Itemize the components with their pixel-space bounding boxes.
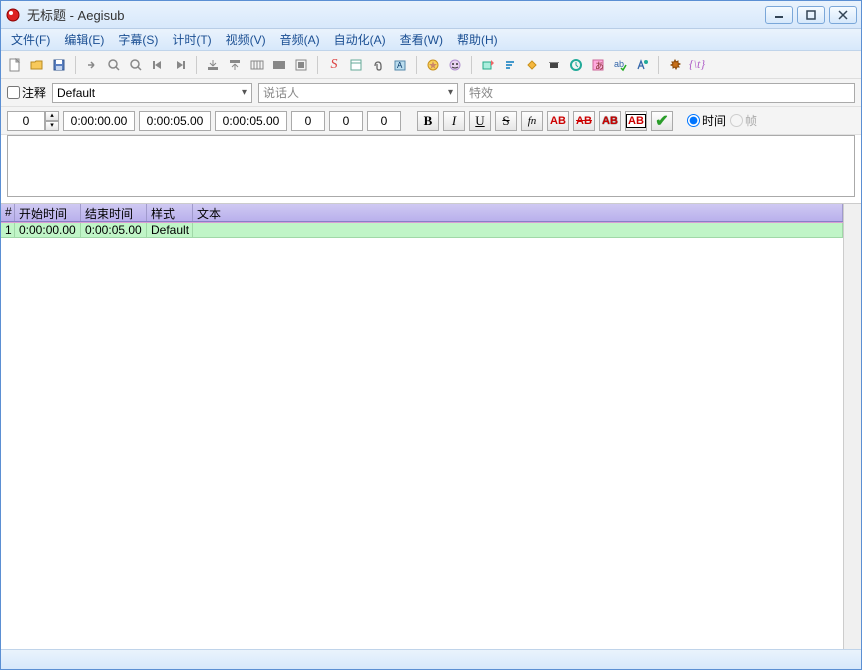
resample-icon[interactable] — [544, 55, 564, 75]
svg-text:あ: あ — [595, 61, 604, 71]
col-num[interactable]: # — [1, 204, 15, 221]
properties-icon[interactable] — [346, 55, 366, 75]
select-visible-icon[interactable] — [247, 55, 267, 75]
shift-frame-icon[interactable] — [291, 55, 311, 75]
svg-text:A: A — [397, 61, 403, 70]
status-bar — [1, 649, 861, 669]
jump-start-icon[interactable] — [148, 55, 168, 75]
jump-icon[interactable] — [82, 55, 102, 75]
automation-icon[interactable] — [423, 55, 443, 75]
menu-subtitle[interactable]: 字幕(S) — [112, 29, 164, 50]
bold-button[interactable]: B — [417, 111, 439, 131]
snap-start-icon[interactable] — [203, 55, 223, 75]
commit-button[interactable]: ✔ — [651, 111, 673, 131]
duration-input[interactable]: 0:00:05.00 — [215, 111, 287, 131]
frame-radio[interactable]: 帧 — [730, 112, 757, 129]
menu-file[interactable]: 文件(F) — [5, 29, 56, 50]
shadow-color-button[interactable]: AB — [625, 111, 647, 131]
menu-view[interactable]: 查看(W) — [394, 29, 449, 50]
save-file-icon[interactable] — [49, 55, 69, 75]
assdraw-icon[interactable] — [445, 55, 465, 75]
cycle-tag-icon[interactable]: {\t} — [687, 55, 707, 75]
menu-edit[interactable]: 编辑(E) — [58, 29, 110, 50]
start-time-input[interactable]: 0:00:00.00 — [63, 111, 135, 131]
new-file-icon[interactable] — [5, 55, 25, 75]
comment-checkbox[interactable]: 注释 — [7, 84, 46, 101]
menu-audio[interactable]: 音频(A) — [274, 29, 326, 50]
menu-timing[interactable]: 计时(T) — [166, 29, 217, 50]
vertical-scrollbar[interactable] — [843, 204, 861, 649]
kanji-timer-icon[interactable]: あ — [588, 55, 608, 75]
menubar: 文件(F) 编辑(E) 字幕(S) 计时(T) 视频(V) 音频(A) 自动化(… — [1, 29, 861, 51]
snap-end-icon[interactable] — [225, 55, 245, 75]
jump-end-icon[interactable] — [170, 55, 190, 75]
svg-text:ab: ab — [614, 59, 624, 69]
grid-header: # 开始时间 结束时间 样式 文本 — [1, 204, 843, 222]
spellcheck-icon[interactable]: ab — [610, 55, 630, 75]
strike-button[interactable]: S — [495, 111, 517, 131]
translation-icon[interactable] — [632, 55, 652, 75]
timing-post-icon[interactable] — [566, 55, 586, 75]
col-start[interactable]: 开始时间 — [15, 204, 81, 221]
snap-scene-icon[interactable] — [269, 55, 289, 75]
minimize-button[interactable] — [765, 6, 793, 24]
toolbar: S A あ ab {\t} — [1, 51, 861, 79]
style-manager-icon[interactable]: S — [324, 55, 344, 75]
subtitle-grid: # 开始时间 结束时间 样式 文本 1 0:00:00.00 0:00:05.0… — [1, 203, 861, 649]
outline-color-button[interactable]: AB — [599, 111, 621, 131]
open-file-icon[interactable] — [27, 55, 47, 75]
edit-row-2: 0 ▴▾ 0:00:00.00 0:00:05.00 0:00:05.00 0 … — [1, 107, 861, 135]
options-icon[interactable] — [665, 55, 685, 75]
zoom-out-icon[interactable] — [126, 55, 146, 75]
maximize-button[interactable] — [797, 6, 825, 24]
menu-automation[interactable]: 自动化(A) — [328, 29, 392, 50]
margin-right-input[interactable]: 0 — [329, 111, 363, 131]
layer-input[interactable]: 0 — [7, 111, 45, 131]
edit-row-1: 注释 Default▾ 说话人▾ 特效 — [1, 79, 861, 107]
col-end[interactable]: 结束时间 — [81, 204, 147, 221]
select-lines-icon[interactable] — [522, 55, 542, 75]
italic-button[interactable]: I — [443, 111, 465, 131]
grid-body[interactable] — [1, 238, 843, 649]
titlebar: 无标题 - Aegisub — [1, 1, 861, 29]
grid-row[interactable]: 1 0:00:00.00 0:00:05.00 Default — [1, 222, 843, 238]
menu-video[interactable]: 视频(V) — [220, 29, 272, 50]
style-select[interactable]: Default▾ — [52, 83, 252, 103]
layer-spinner[interactable]: ▴▾ — [45, 111, 59, 131]
window-title: 无标题 - Aegisub — [27, 5, 765, 24]
font-button[interactable]: fn — [521, 111, 543, 131]
margin-left-input[interactable]: 0 — [291, 111, 325, 131]
underline-button[interactable]: U — [469, 111, 491, 131]
secondary-color-button[interactable]: AB — [573, 111, 595, 131]
end-time-input[interactable]: 0:00:05.00 — [139, 111, 211, 131]
close-button[interactable] — [829, 6, 857, 24]
time-radio[interactable]: 时间 — [687, 112, 726, 129]
fonts-collector-icon[interactable]: A — [390, 55, 410, 75]
col-style[interactable]: 样式 — [147, 204, 193, 221]
sort-icon[interactable] — [500, 55, 520, 75]
menu-help[interactable]: 帮助(H) — [451, 29, 504, 50]
margin-vert-input[interactable]: 0 — [367, 111, 401, 131]
subtitle-text-input[interactable] — [7, 135, 855, 197]
primary-color-button[interactable]: AB — [547, 111, 569, 131]
shift-times-icon[interactable] — [478, 55, 498, 75]
app-icon — [5, 7, 21, 23]
zoom-in-icon[interactable] — [104, 55, 124, 75]
app-window: 无标题 - Aegisub 文件(F) 编辑(E) 字幕(S) 计时(T) 视频… — [0, 0, 862, 670]
col-text[interactable]: 文本 — [193, 204, 843, 221]
effect-input[interactable]: 特效 — [464, 83, 855, 103]
attachments-icon[interactable] — [368, 55, 388, 75]
actor-input[interactable]: 说话人▾ — [258, 83, 458, 103]
